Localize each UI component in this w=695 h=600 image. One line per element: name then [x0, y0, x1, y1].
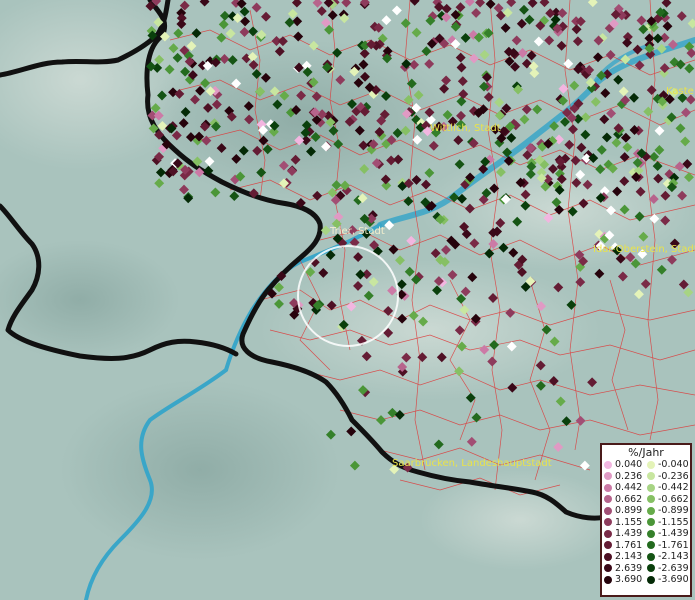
legend-value: 2.639 [615, 562, 643, 574]
legend-value: -1.155 [658, 516, 689, 528]
legend-positive-column: 0.040 0.236 0.442 0.662 0.899 1.155 1.439 1.761… [604, 459, 647, 586]
legend-row: 2.143 [604, 551, 647, 563]
legend-swatch [604, 495, 612, 504]
legend-negative-column: -0.040 -0.236 -0.442 -0.662 -0.899 -1.155 -1.4… [647, 459, 690, 586]
legend-value: 1.155 [615, 516, 643, 528]
city-label-idar-oberstein: Idar-Oberstein, Stadt [593, 244, 695, 255]
legend-swatch [647, 518, 655, 527]
legend-row: -1.761 [647, 540, 690, 552]
legend-value: -2.143 [658, 551, 689, 563]
legend-row: 1.761 [604, 540, 647, 552]
legend-row: -0.442 [647, 482, 690, 494]
legend-value: 0.662 [615, 493, 643, 505]
legend-row: 3.690 [604, 574, 647, 586]
legend-row: -2.143 [647, 551, 690, 563]
legend-swatch [604, 575, 612, 584]
legend-row: -0.899 [647, 505, 690, 517]
legend-value: 0.899 [615, 505, 643, 517]
legend-title: %/Jahr [628, 446, 664, 459]
legend-swatch [604, 460, 612, 469]
legend-value: -0.442 [658, 482, 689, 494]
legend-value: -3.690 [658, 574, 689, 586]
legend-swatch [647, 495, 655, 504]
city-label-trier: Trier, Stadt [329, 226, 385, 237]
city-label-saarbruecken: Saarbrücken, Landeshauptstadt [392, 458, 552, 469]
legend-swatch [604, 564, 612, 573]
legend-row: -0.662 [647, 494, 690, 506]
legend-row: 0.899 [604, 505, 647, 517]
legend-row: -3.690 [647, 574, 690, 586]
legend-swatch [604, 552, 612, 561]
legend-value: 0.236 [615, 470, 643, 482]
legend-value: 1.439 [615, 528, 643, 540]
legend-swatch [647, 575, 655, 584]
legend-value: -0.899 [658, 505, 689, 517]
legend-row: 0.442 [604, 482, 647, 494]
legend-swatch [604, 483, 612, 492]
legend-row: 1.439 [604, 528, 647, 540]
legend-row: -1.155 [647, 517, 690, 529]
map-canvas[interactable]: Wittlich, Stadt Trier, Stadt Idar-Oberst… [0, 0, 695, 600]
legend-swatch [647, 460, 655, 469]
legend-swatch [647, 472, 655, 481]
legend-value: 3.690 [615, 574, 643, 586]
legend-swatch [647, 541, 655, 550]
legend-value: 2.143 [615, 551, 643, 563]
legend-row: -0.236 [647, 471, 690, 483]
legend-swatch [604, 518, 612, 527]
legend-row: 0.236 [604, 471, 647, 483]
legend-row: 2.639 [604, 563, 647, 575]
legend-swatch [647, 552, 655, 561]
city-label-kaste: Kaste [666, 86, 694, 97]
legend-swatch [647, 564, 655, 573]
legend-row: -1.439 [647, 528, 690, 540]
legend-swatch [604, 506, 612, 515]
legend-row: 1.155 [604, 517, 647, 529]
legend-value: 0.442 [615, 482, 643, 494]
legend-row: -0.040 [647, 459, 690, 471]
legend-value: 1.761 [615, 539, 643, 551]
legend-swatch [647, 506, 655, 515]
legend-value: -0.236 [658, 470, 689, 482]
legend-swatch [604, 541, 612, 550]
legend-swatch [647, 529, 655, 538]
legend-row: 0.662 [604, 494, 647, 506]
legend-value: -1.761 [658, 539, 689, 551]
legend-value: 0.040 [615, 459, 643, 471]
legend-row: -2.639 [647, 563, 690, 575]
legend-value: -1.439 [658, 528, 689, 540]
legend-value: -0.662 [658, 493, 689, 505]
legend: %/Jahr 0.040 0.236 0.442 0.662 0.899 1.155 1.4… [600, 443, 692, 597]
legend-value: -0.040 [658, 459, 689, 471]
legend-row: 0.040 [604, 459, 647, 471]
legend-swatch [647, 483, 655, 492]
legend-swatch [604, 472, 612, 481]
city-label-wittlich: Wittlich, Stadt [430, 123, 501, 134]
legend-value: -2.639 [658, 562, 689, 574]
legend-swatch [604, 529, 612, 538]
